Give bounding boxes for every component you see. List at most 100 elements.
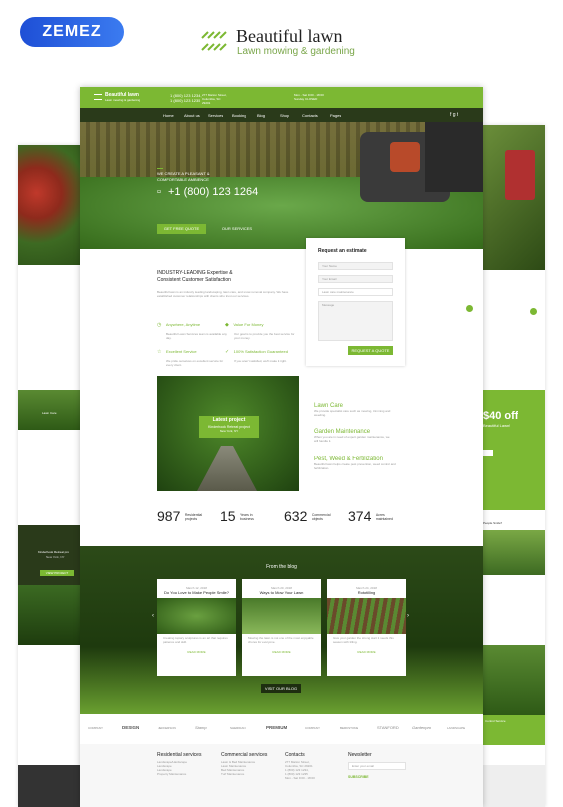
- service-select[interactable]: Lawn care maintenance: [318, 288, 393, 296]
- address: 277 Marion Street, Columbia, SC 29201: [202, 93, 227, 105]
- template-title: Beautiful lawn: [236, 26, 343, 46]
- request-quote-button[interactable]: REQUEST A QUOTE: [348, 346, 393, 355]
- stat-value: 987: [157, 508, 181, 524]
- blog-title: From the blog: [266, 564, 297, 570]
- project-card[interactable]: Latest project Kinderhook Retreat projec…: [199, 416, 259, 438]
- project-label: Latest project: [212, 417, 246, 423]
- service-text: Beautiful lawn helps create pest prevent…: [314, 462, 396, 470]
- side-service-label: Control Service: [485, 719, 506, 723]
- blog-prev-arrow[interactable]: ‹: [152, 613, 154, 619]
- post-title: Ways to Mow Your Lawn: [259, 590, 304, 595]
- slider-pager[interactable]: 01 / 03: [157, 253, 169, 258]
- estimate-form: Request an estimate Your Name Your Email…: [306, 238, 405, 366]
- side-service-card: Control Service: [483, 715, 545, 745]
- name-field[interactable]: Your Name: [318, 262, 393, 270]
- subscribe-button[interactable]: SUBSCRIBE: [348, 775, 378, 779]
- message-field[interactable]: Message: [318, 301, 393, 341]
- feature-title: 100% Satisfaction Guaranteed: [233, 349, 288, 354]
- feature-text: We pride ourselves on excellent service …: [166, 359, 224, 367]
- trees-image: [18, 585, 80, 645]
- client-logo: COMPANY: [305, 726, 320, 730]
- stat-label: Acres maintained: [375, 512, 393, 521]
- nav-item-booking[interactable]: Booking: [232, 113, 246, 118]
- main-nav: Home About us Services Booking Blog Shop…: [80, 108, 483, 122]
- zemez-logo[interactable]: ZEMEZ: [20, 17, 124, 47]
- hero-phone[interactable]: +1 (800) 123 1264: [168, 186, 258, 198]
- client-logo: COMPANY: [88, 726, 103, 730]
- blog-card-2[interactable]: March 20, 2018 Ways to Mow Your Lawn Mow…: [242, 579, 321, 676]
- nav-item-shop[interactable]: Shop: [280, 113, 289, 118]
- footer-col-title: Newsletter: [348, 752, 372, 758]
- blog-next-arrow[interactable]: ›: [407, 613, 409, 619]
- scroll-dot[interactable]: [466, 305, 473, 312]
- estimate-title: Request an estimate: [318, 248, 367, 254]
- path-image: [197, 446, 257, 491]
- phone-icon: ▫: [157, 186, 161, 198]
- footer-link[interactable]: Turf Maintenance: [221, 772, 281, 776]
- hours: Mon - Sat 9:00 - 18:00 Sunday CLOSED: [294, 93, 324, 101]
- nav-item-home[interactable]: Home: [163, 113, 174, 118]
- blog-card-3[interactable]: March 24, 2018 Rototilling Give your gar…: [327, 579, 406, 676]
- post-image: [327, 598, 406, 634]
- topiary-image: [483, 530, 545, 575]
- email-field[interactable]: Your Email: [318, 275, 393, 283]
- latest-project-image: Latest project Kinderhook Retreat projec…: [157, 376, 299, 491]
- service-pest: Pest, Weed & Fertilization Beautiful law…: [314, 456, 396, 470]
- nav-item-pages[interactable]: Pages: [330, 113, 341, 118]
- footer: Residential services Landscape/Hardscape…: [80, 744, 483, 807]
- footer-contact-line: Mon - Sat 9:00 - 18:00: [285, 776, 315, 780]
- intro-heading: INDUSTRY-LEADING Expertise & Consistent …: [157, 270, 233, 283]
- template-subtitle: Lawn mowing & gardening: [237, 46, 355, 57]
- footer-col-newsletter: Newsletter Enter your email SUBSCRIBE: [348, 752, 408, 779]
- nav-item-contacts[interactable]: Contacts: [302, 113, 318, 118]
- left-preview-page: Lawn Care Kinderhook Retreat pro New Yor…: [18, 145, 80, 807]
- post-image: [242, 598, 321, 634]
- footer-col-residential: Residential services Landscape/Hardscape…: [157, 752, 217, 776]
- service-lawn-care: Lawn Care We provide specialist care suc…: [314, 403, 394, 417]
- footer-col-title: Residential services: [157, 752, 202, 758]
- promo-text: Beautiful Lawn!: [483, 423, 511, 428]
- phone-2[interactable]: 1 (800) 123 1235: [170, 98, 200, 103]
- client-logo: PREMIUM: [266, 725, 288, 730]
- feature-text: If you aren't satisfied, we'll make it r…: [234, 359, 287, 363]
- post-text: Give your garden the strong start it nee…: [333, 636, 394, 644]
- get-quote-button[interactable]: GET FREE QUOTE: [157, 224, 206, 234]
- read-more-link[interactable]: READ MORE: [327, 650, 406, 654]
- side-scroll-dot[interactable]: [530, 308, 537, 315]
- post-title: Rototilling: [357, 590, 376, 595]
- side-project-title: Kinderhook Retreat pro: [38, 550, 70, 554]
- lawn-image: [18, 390, 80, 430]
- footer-link[interactable]: Property Maintenance: [157, 772, 217, 776]
- social-icons[interactable]: f g t: [450, 112, 458, 118]
- nav-item-about[interactable]: About us: [184, 113, 200, 118]
- read-more-link[interactable]: READ MORE: [242, 650, 321, 654]
- nav-item-services[interactable]: Services: [208, 113, 223, 118]
- blog-card-1[interactable]: March 12, 2018 Do You Love to Make Peopl…: [157, 579, 236, 676]
- view-project-button[interactable]: VIEW PROJECT: [40, 570, 74, 576]
- hero-tagline: WE CREATE A PLEASANT & COMFORTABLE AMBIE…: [157, 171, 210, 182]
- site-logo-icon: [94, 94, 102, 100]
- service-text: We provide specialist care such as mowin…: [314, 409, 391, 417]
- visit-blog-button[interactable]: VISIT OUR BLOG: [261, 684, 301, 693]
- read-more-link[interactable]: READ MORE: [157, 650, 236, 654]
- footer-col-commercial: Commercial services Lawn & Bed Maintenan…: [221, 752, 281, 776]
- stat-2: 15 Years in business: [220, 508, 290, 526]
- nav-item-blog[interactable]: Blog: [257, 113, 265, 118]
- clients-strip: COMPANY DESIGN JEFFERSON Stamp SHERIDAN …: [80, 714, 483, 744]
- feature-1: ◷ Anywhere, Anytime Beautiful Lawn Servi…: [157, 313, 229, 340]
- hero-section: WE CREATE A PLEASANT & COMFORTABLE AMBIE…: [80, 122, 483, 258]
- mower-image: [483, 125, 545, 270]
- side-blog-title: People Smile?: [483, 521, 503, 525]
- gardener-image: [425, 122, 483, 192]
- stat-label: Years in business: [240, 512, 254, 521]
- promo-block: $40 off Beautiful Lawn!: [483, 390, 545, 510]
- post-title: Do You Love to Make People Smile?: [164, 590, 229, 595]
- footer-col-title: Commercial services: [221, 752, 268, 758]
- intro-text: Beautiful lawn is an industry leading la…: [157, 290, 289, 298]
- our-services-button[interactable]: OUR SERVICES: [216, 224, 258, 234]
- feature-4: ✓ 100% Satisfaction Guaranteed If you ar…: [225, 340, 297, 363]
- promo-button[interactable]: [483, 450, 493, 456]
- client-logo: Gardenpro: [412, 725, 432, 730]
- newsletter-email-input[interactable]: Enter your email: [348, 762, 406, 770]
- check-icon: ✓: [225, 349, 230, 355]
